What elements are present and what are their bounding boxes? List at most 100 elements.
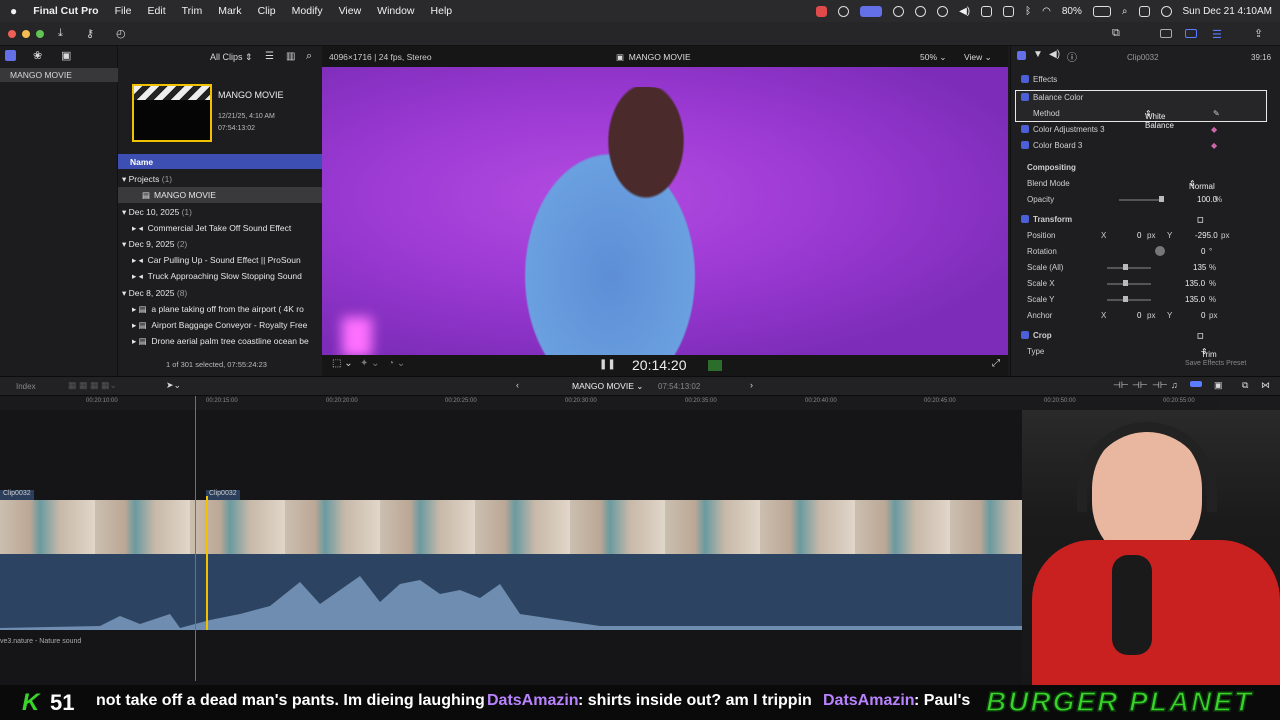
- enhance-icon[interactable]: ✦ ⌄: [360, 358, 380, 369]
- titles-icon[interactable]: ▣: [61, 49, 71, 62]
- library-item[interactable]: MANGO MOVIE: [0, 68, 118, 82]
- menu-mark[interactable]: Mark: [218, 5, 241, 17]
- close-button[interactable]: [8, 30, 16, 38]
- solo-icon[interactable]: [1190, 381, 1202, 387]
- opacity-slider[interactable]: [1119, 199, 1163, 201]
- play-pause-button[interactable]: ❚❚: [599, 359, 616, 370]
- speed-icon[interactable]: ◔ ⌄: [388, 358, 405, 369]
- transform-header[interactable]: Transform ◻: [1011, 212, 1280, 228]
- effects-header[interactable]: Effects: [1011, 72, 1280, 88]
- skimming-icon[interactable]: ⊣⊢: [1132, 380, 1148, 391]
- filmstrip-icon[interactable]: ▥: [286, 51, 295, 62]
- keyword-icon[interactable]: ⚷: [86, 27, 94, 40]
- minimize-button[interactable]: [22, 30, 30, 38]
- menu-view[interactable]: View: [339, 5, 362, 17]
- list-view-icon[interactable]: ☰: [265, 51, 274, 62]
- background-tasks-icon[interactable]: ◴: [116, 27, 126, 40]
- browser-toggle-icon[interactable]: [1160, 29, 1172, 38]
- timeline-toggle-icon[interactable]: [1185, 29, 1197, 38]
- group-dec10[interactable]: ▾ Dec 10, 2025 (1): [118, 204, 322, 220]
- control-center-icon[interactable]: [1138, 5, 1150, 17]
- scale-x-knob[interactable]: [1123, 280, 1128, 286]
- method-dropdown[interactable]: White Balance ⇕: [1145, 109, 1174, 130]
- crop-header[interactable]: Crop ◻: [1011, 328, 1280, 344]
- color-wheel-icon[interactable]: ◆: [1211, 125, 1217, 134]
- screen-share-icon[interactable]: [838, 5, 850, 17]
- group-dec8[interactable]: ▾ Dec 8, 2025 (8): [118, 285, 322, 301]
- balance-color-checkbox[interactable]: [1021, 93, 1029, 101]
- search-icon[interactable]: ⌕: [306, 50, 312, 63]
- opacity-slider-knob[interactable]: [1159, 196, 1164, 202]
- select-tool-icon[interactable]: ➤⌄: [166, 380, 181, 391]
- spotify-icon[interactable]: [915, 5, 927, 17]
- color-adjustments-row[interactable]: Color Adjustments 3 ◆: [1011, 122, 1280, 138]
- search-icon[interactable]: ⌕: [1122, 6, 1128, 17]
- display-icon[interactable]: [860, 5, 883, 17]
- scale-y-slider[interactable]: [1107, 299, 1151, 301]
- eyedropper-icon[interactable]: ✎: [1213, 109, 1220, 118]
- menu-modify[interactable]: Modify: [292, 5, 323, 17]
- volume-icon[interactable]: ◀): [959, 6, 970, 17]
- back-arrow-icon[interactable]: ‹: [516, 380, 519, 390]
- color-inspector-icon[interactable]: ▼: [1033, 49, 1043, 60]
- photos-icon[interactable]: ❀: [33, 49, 42, 62]
- clip-label[interactable]: Clip0032: [206, 490, 240, 500]
- zoom-dropdown[interactable]: 50% ⌄: [920, 52, 947, 63]
- blend-mode-dropdown[interactable]: Normal ⇕: [1189, 179, 1215, 191]
- menu-file[interactable]: File: [115, 5, 132, 17]
- list-item[interactable]: ▸ ▤ Airport Baggage Conveyor - Royalty F…: [118, 317, 322, 333]
- focus-icon[interactable]: [893, 5, 905, 17]
- battery-icon[interactable]: [1092, 5, 1111, 17]
- inspector-toggle-icon[interactable]: ☰: [1212, 28, 1222, 41]
- transform-onscreen-icon[interactable]: ◻: [1197, 215, 1204, 224]
- zoom-button[interactable]: [36, 30, 44, 38]
- transform-checkbox[interactable]: [1021, 215, 1029, 223]
- rotation-dial[interactable]: [1155, 246, 1165, 256]
- share-icon[interactable]: ⧉: [1112, 27, 1120, 40]
- scale-y-knob[interactable]: [1123, 296, 1128, 302]
- effects-checkbox[interactable]: [1021, 75, 1029, 83]
- screen-icon[interactable]: [981, 5, 993, 17]
- list-item[interactable]: ▸ ◂ Truck Approaching Slow Stopping Soun…: [118, 268, 322, 284]
- clip-label[interactable]: Clip0032: [0, 490, 34, 500]
- balance-color-row[interactable]: Balance Color: [1011, 90, 1280, 106]
- list-item[interactable]: ▸ ◂ Commercial Jet Take Off Sound Effect: [118, 220, 322, 236]
- column-header-name[interactable]: Name: [118, 154, 322, 169]
- apple-icon[interactable]: ●: [10, 4, 17, 18]
- import-icon[interactable]: ⤓: [58, 27, 63, 40]
- clips-filter[interactable]: All Clips ⇕: [210, 52, 253, 63]
- save-effects-preset-button[interactable]: Save Effects Preset: [1185, 360, 1246, 367]
- color-board-icon[interactable]: ◆: [1211, 141, 1217, 150]
- wifi-icon[interactable]: ◠: [1042, 6, 1051, 17]
- menu-app[interactable]: Final Cut Pro: [33, 5, 98, 17]
- forward-arrow-icon[interactable]: ›: [750, 380, 753, 390]
- info-inspector-icon[interactable]: ⓘ: [1067, 49, 1077, 64]
- crop-type-dropdown[interactable]: Trim ⇕: [1201, 347, 1217, 359]
- menu-edit[interactable]: Edit: [148, 5, 166, 17]
- color-board-row[interactable]: Color Board 3 ◆: [1011, 138, 1280, 154]
- crop-checkbox[interactable]: [1021, 331, 1029, 339]
- record-icon[interactable]: [816, 5, 828, 17]
- crop-onscreen-icon[interactable]: ◻: [1197, 331, 1204, 340]
- scale-x-slider[interactable]: [1107, 283, 1151, 285]
- mirror-icon[interactable]: [1003, 5, 1015, 17]
- playhead[interactable]: [195, 396, 196, 681]
- effects-browser-icon[interactable]: ⧉: [1242, 380, 1248, 391]
- color-board-checkbox[interactable]: [1021, 141, 1029, 149]
- siri-icon[interactable]: [1160, 5, 1172, 17]
- headphones-icon[interactable]: ♫: [1171, 380, 1178, 390]
- edit-connect-icon[interactable]: ▦ ▦ ▦ ▦⌄: [68, 380, 117, 391]
- color-adjustments-checkbox[interactable]: [1021, 125, 1029, 133]
- project-thumbnail[interactable]: [132, 84, 212, 142]
- video-inspector-icon[interactable]: [1017, 51, 1026, 60]
- scale-all-knob[interactable]: [1123, 264, 1128, 270]
- list-item[interactable]: ▤ MANGO MOVIE: [118, 187, 322, 203]
- fullscreen-icon[interactable]: ⤢: [992, 358, 1000, 369]
- menu-help[interactable]: Help: [431, 5, 453, 17]
- menu-window[interactable]: Window: [377, 5, 414, 17]
- audio-skim-icon[interactable]: ⊣⊢: [1113, 380, 1129, 391]
- bluetooth-icon[interactable]: ᛒ: [1025, 6, 1031, 17]
- compositing-header[interactable]: Compositing: [1011, 160, 1280, 176]
- clip-selection-edge[interactable]: [206, 496, 208, 630]
- menu-clip[interactable]: Clip: [258, 5, 276, 17]
